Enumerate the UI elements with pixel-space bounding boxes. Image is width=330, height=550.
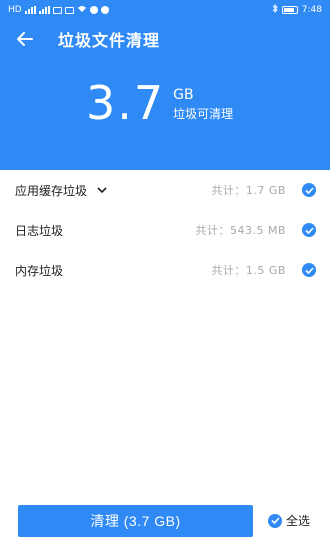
checkbox-checked-icon[interactable] [302, 183, 316, 197]
back-arrow-icon [17, 32, 33, 46]
status-hd-label: HD [8, 5, 22, 15]
list-item-total: 共计：1.7 GB [211, 184, 286, 197]
list-item-memory[interactable]: 内存垃圾 共计：1.5 GB [0, 250, 330, 290]
list-item-label: 日志垃圾 [15, 223, 64, 238]
status-bar: HD 7:48 [0, 0, 330, 20]
bottom-bar: 清理 (3.7 GB) 全选 [0, 500, 330, 550]
list-item-label: 内存垃圾 [15, 263, 64, 278]
select-all-label: 全选 [286, 514, 311, 528]
battery-icon [281, 6, 298, 14]
list-item-label: 应用缓存垃圾 [15, 183, 88, 198]
checkbox-checked-icon[interactable] [302, 223, 316, 237]
checkbox-checked-icon[interactable] [302, 263, 316, 277]
status-time: 7:48 [301, 5, 322, 15]
sim-signal-2-icon [38, 6, 50, 14]
wifi-icon [77, 5, 87, 16]
notification-icon [52, 6, 62, 14]
back-button[interactable] [5, 24, 45, 54]
junk-size-value: 3.7 [86, 76, 166, 130]
junk-size-caption: 垃圾可清理 [173, 107, 234, 121]
chevron-down-icon[interactable] [97, 186, 107, 194]
list-item-total: 共计：1.5 GB [211, 264, 286, 277]
checkbox-checked-icon[interactable] [268, 513, 282, 528]
page-title: 垃圾文件清理 [58, 31, 161, 50]
list-item-total: 共计：543.5 MB [195, 224, 286, 237]
title-row: 垃圾文件清理 [0, 24, 330, 54]
select-all-toggle[interactable]: 全选 [268, 512, 310, 529]
junk-size-summary: 3.7 GB 垃圾可清理 [86, 78, 286, 138]
app-notification-2-icon [100, 6, 109, 14]
list-item-app-cache[interactable]: 应用缓存垃圾 共计：1.7 GB [0, 170, 330, 210]
message-icon [64, 6, 74, 14]
list-item-log[interactable]: 日志垃圾 共计：543.5 MB [0, 210, 330, 250]
clean-button[interactable]: 清理 (3.7 GB) [18, 505, 253, 537]
junk-category-list: 应用缓存垃圾 共计：1.7 GB 日志垃圾 共计：543.5 MB 内存垃圾 共… [0, 170, 330, 290]
app-notification-icon [89, 6, 98, 14]
bluetooth-icon [272, 3, 278, 16]
junk-size-unit: GB [173, 87, 194, 103]
sim-signal-icon [24, 6, 36, 14]
header: HD 7:48 垃圾文件清理 3.7 GB 垃圾可清理 [0, 0, 330, 170]
